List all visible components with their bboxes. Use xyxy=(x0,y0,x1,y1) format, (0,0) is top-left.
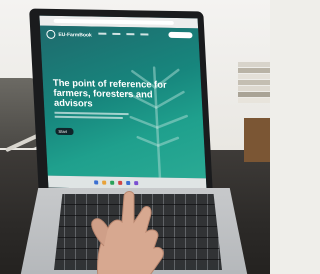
taskbar-icon[interactable] xyxy=(94,180,99,185)
hand xyxy=(91,191,164,274)
nav-link[interactable] xyxy=(140,33,149,36)
hero-headline: The point of reference for farmers, fore… xyxy=(52,76,167,109)
url-bar xyxy=(53,18,174,25)
taskbar-icon[interactable] xyxy=(102,180,107,185)
nav-link[interactable] xyxy=(112,32,121,36)
nav-link[interactable] xyxy=(126,33,135,36)
taskbar-icon[interactable] xyxy=(134,181,139,186)
book xyxy=(238,74,270,79)
book xyxy=(238,80,270,85)
book xyxy=(238,62,270,67)
site-logo[interactable]: EU-FarmBook xyxy=(46,29,92,40)
taskbar-icon[interactable] xyxy=(118,180,123,185)
book xyxy=(238,92,270,97)
book xyxy=(238,68,270,73)
start-button[interactable]: Start xyxy=(55,127,74,136)
header-cta-button[interactable] xyxy=(168,31,193,39)
logo-icon xyxy=(46,29,56,39)
logo-text: EU-FarmBook xyxy=(58,31,92,39)
book xyxy=(238,86,270,91)
book xyxy=(238,98,270,103)
binder xyxy=(244,118,270,162)
taskbar-icon[interactable] xyxy=(126,180,131,186)
nav-link[interactable] xyxy=(98,32,107,35)
taskbar-icon[interactable] xyxy=(110,180,115,185)
start-button-label: Start xyxy=(58,128,68,134)
photo-scene: EU-FarmBook The point of reference for f… xyxy=(0,0,270,274)
laptop-screen: EU-FarmBook The point of reference for f… xyxy=(39,15,207,191)
book-stack xyxy=(238,62,270,126)
